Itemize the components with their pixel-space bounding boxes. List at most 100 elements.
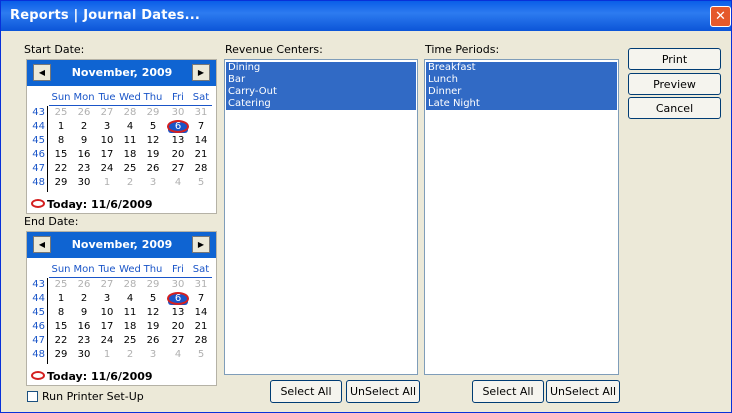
calendar-day[interactable]: 2	[119, 177, 141, 188]
calendar-day[interactable]: 22	[50, 335, 72, 346]
list-item[interactable]: Carry-Out	[226, 86, 416, 98]
calendar-day[interactable]: 28	[190, 163, 212, 174]
calendar-day[interactable]: 27	[167, 163, 189, 174]
calendar-day[interactable]: 4	[167, 177, 189, 188]
today-link[interactable]: Today: 11/6/2009	[47, 198, 153, 211]
calendar-day[interactable]: 17	[96, 149, 118, 160]
calendar-day[interactable]: 1	[96, 349, 118, 360]
calendar-day[interactable]: 14	[190, 135, 212, 146]
calendar-day[interactable]: 28	[119, 279, 141, 290]
calendar-day[interactable]: 16	[73, 321, 95, 332]
calendar-day[interactable]: 8	[50, 135, 72, 146]
calendar-day[interactable]: 11	[119, 135, 141, 146]
calendar-day[interactable]: 20	[167, 321, 189, 332]
calendar-day[interactable]: 27	[167, 335, 189, 346]
calendar-day[interactable]: 27	[96, 107, 118, 118]
list-item[interactable]: Bar	[226, 74, 416, 86]
list-item[interactable]: Late Night	[426, 98, 617, 110]
start-date-calendar[interactable]: ◀ ▶ November, 2009 Sun Mon Tue Wed Thu Fri Sat 43 4…	[26, 59, 217, 214]
calendar-day[interactable]: 30	[167, 107, 189, 118]
calendar-day[interactable]: 29	[50, 349, 72, 360]
calendar-day[interactable]: 26	[142, 335, 164, 346]
list-item[interactable]: Dining	[226, 62, 416, 74]
calendar-day[interactable]: 23	[73, 163, 95, 174]
calendar-day[interactable]: 2	[73, 293, 95, 304]
revenue-select-all-button[interactable]: Select All	[270, 380, 342, 403]
list-item[interactable]: Catering	[226, 98, 416, 110]
preview-button[interactable]: Preview	[628, 73, 721, 95]
calendar-day[interactable]: 31	[190, 107, 212, 118]
time-select-all-button[interactable]: Select All	[472, 380, 544, 403]
time-unselect-all-button[interactable]: UnSelect All	[546, 380, 620, 403]
calendar-day[interactable]: 24	[96, 335, 118, 346]
calendar-day[interactable]: 23	[73, 335, 95, 346]
calendar-day[interactable]: 5	[190, 177, 212, 188]
calendar-day[interactable]: 12	[142, 307, 164, 318]
calendar-day[interactable]: 7	[190, 121, 212, 132]
calendar-day[interactable]: 29	[142, 279, 164, 290]
calendar-day[interactable]: 25	[119, 335, 141, 346]
calendar-day[interactable]: 15	[50, 321, 72, 332]
calendar-day[interactable]: 18	[119, 149, 141, 160]
calendar-day[interactable]: 20	[167, 149, 189, 160]
calendar-day[interactable]: 22	[50, 163, 72, 174]
calendar-day[interactable]: 26	[142, 163, 164, 174]
calendar-day[interactable]: 10	[96, 135, 118, 146]
end-date-calendar[interactable]: ◀ ▶ November, 2009 Sun Mon Tue Wed Thu Fri Sat 43 4…	[26, 231, 217, 386]
time-periods-list[interactable]: Breakfast Lunch Dinner Late Night	[424, 59, 619, 375]
calendar-day[interactable]: 5	[142, 121, 164, 132]
next-month-icon[interactable]: ▶	[192, 236, 210, 253]
calendar-day[interactable]: 25	[50, 279, 72, 290]
revenue-unselect-all-button[interactable]: UnSelect All	[346, 380, 420, 403]
calendar-day-selected[interactable]: 6	[167, 293, 189, 304]
calendar-day[interactable]: 4	[119, 121, 141, 132]
next-month-icon[interactable]: ▶	[192, 64, 210, 81]
calendar-day[interactable]: 25	[119, 163, 141, 174]
calendar-day[interactable]: 7	[190, 293, 212, 304]
calendar-day[interactable]: 28	[190, 335, 212, 346]
calendar-day[interactable]: 1	[50, 293, 72, 304]
today-link[interactable]: Today: 11/6/2009	[47, 370, 153, 383]
calendar-day[interactable]: 3	[142, 177, 164, 188]
cancel-button[interactable]: Cancel	[628, 97, 721, 119]
calendar-day[interactable]: 19	[142, 149, 164, 160]
calendar-day[interactable]: 30	[167, 279, 189, 290]
calendar-day[interactable]: 4	[119, 293, 141, 304]
calendar-day[interactable]: 10	[96, 307, 118, 318]
calendar-day[interactable]: 29	[142, 107, 164, 118]
calendar-day[interactable]: 3	[96, 293, 118, 304]
calendar-day[interactable]: 3	[142, 349, 164, 360]
calendar-day[interactable]: 1	[50, 121, 72, 132]
calendar-day[interactable]: 1	[96, 177, 118, 188]
calendar-day[interactable]: 30	[73, 177, 95, 188]
calendar-day[interactable]: 8	[50, 307, 72, 318]
calendar-day[interactable]: 27	[96, 279, 118, 290]
list-item[interactable]: Lunch	[426, 74, 617, 86]
calendar-day[interactable]: 19	[142, 321, 164, 332]
calendar-day[interactable]: 5	[190, 349, 212, 360]
calendar-day[interactable]: 5	[142, 293, 164, 304]
calendar-day[interactable]: 11	[119, 307, 141, 318]
prev-month-icon[interactable]: ◀	[33, 236, 51, 253]
calendar-day[interactable]: 21	[190, 149, 212, 160]
calendar-day[interactable]: 13	[167, 135, 189, 146]
calendar-day[interactable]: 29	[50, 177, 72, 188]
calendar-day[interactable]: 9	[73, 307, 95, 318]
calendar-day[interactable]: 2	[73, 121, 95, 132]
close-icon[interactable]: ✕	[710, 6, 731, 27]
calendar-day[interactable]: 26	[73, 107, 95, 118]
revenue-centers-list[interactable]: Dining Bar Carry-Out Catering	[224, 59, 418, 375]
calendar-day[interactable]: 17	[96, 321, 118, 332]
calendar-day[interactable]: 18	[119, 321, 141, 332]
calendar-day[interactable]: 26	[73, 279, 95, 290]
calendar-day[interactable]: 16	[73, 149, 95, 160]
calendar-day-selected[interactable]: 6	[167, 121, 189, 132]
calendar-day[interactable]: 3	[96, 121, 118, 132]
calendar-day[interactable]: 28	[119, 107, 141, 118]
run-printer-setup-checkbox[interactable]	[27, 391, 38, 402]
calendar-day[interactable]: 24	[96, 163, 118, 174]
calendar-day[interactable]: 13	[167, 307, 189, 318]
list-item[interactable]: Breakfast	[426, 62, 617, 74]
list-item[interactable]: Dinner	[426, 86, 617, 98]
calendar-day[interactable]: 15	[50, 149, 72, 160]
